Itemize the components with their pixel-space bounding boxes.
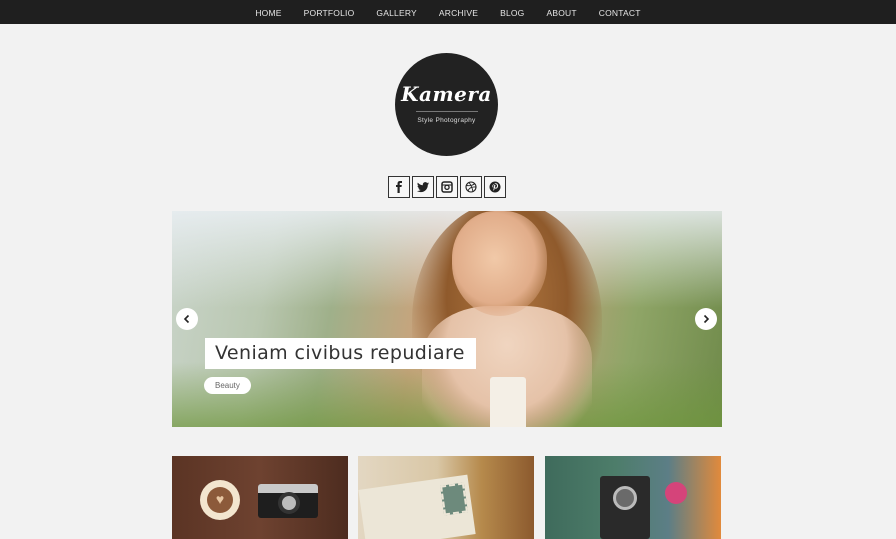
chevron-left-icon: [183, 314, 190, 324]
facebook-icon: [396, 181, 402, 193]
instagram-icon: [441, 181, 453, 193]
dribbble-button[interactable]: [460, 176, 482, 198]
slide-title[interactable]: Veniam civibus repudiare: [215, 342, 465, 364]
nav-home-link[interactable]: HOME: [255, 8, 281, 18]
stamp-image: [440, 482, 468, 516]
social-links: [388, 176, 508, 198]
site-logo[interactable]: Kamera Style Photography: [395, 53, 498, 156]
slide-image-cup: [490, 377, 526, 427]
slide-image-face: [452, 211, 547, 316]
facebook-button[interactable]: [388, 176, 410, 198]
slide-title-box[interactable]: Veniam civibus repudiare: [205, 338, 476, 369]
nav-blog-link[interactable]: BLOG: [500, 8, 524, 18]
slider-prev-button[interactable]: [176, 308, 198, 330]
nav-contact-link[interactable]: CONTACT: [599, 8, 641, 18]
camera-lens-image: [278, 492, 300, 514]
logo-name: Kamera: [401, 81, 492, 106]
twitter-button[interactable]: [412, 176, 434, 198]
nav-about-link[interactable]: ABOUT: [547, 8, 577, 18]
post-card-rolleiflex[interactable]: [545, 456, 721, 539]
post-card-postcards[interactable]: [358, 456, 534, 539]
logo-divider: [415, 110, 478, 112]
slide-category-tag[interactable]: Beauty: [204, 377, 251, 394]
nav-gallery-link[interactable]: GALLERY: [376, 8, 416, 18]
slider-next-button[interactable]: [695, 308, 717, 330]
rolleiflex-lens-image: [613, 486, 637, 510]
heart-icon: ♥: [215, 491, 225, 507]
post-card-coffee-camera[interactable]: ♥: [172, 456, 348, 539]
pinterest-button[interactable]: [484, 176, 506, 198]
pinterest-icon: [489, 181, 501, 193]
main-navigation: HOME PORTFOLIO GALLERY ARCHIVE BLOG ABOU…: [0, 0, 896, 24]
dribbble-icon: [465, 181, 477, 193]
nav-portfolio-link[interactable]: PORTFOLIO: [304, 8, 355, 18]
nav-archive-link[interactable]: ARCHIVE: [439, 8, 478, 18]
featured-slider[interactable]: Veniam civibus repudiare Beauty: [172, 211, 722, 427]
instagram-button[interactable]: [436, 176, 458, 198]
flower-image: [665, 482, 687, 504]
chevron-right-icon: [703, 314, 710, 324]
logo-tagline: Style Photography: [417, 116, 476, 124]
twitter-icon: [417, 182, 429, 193]
